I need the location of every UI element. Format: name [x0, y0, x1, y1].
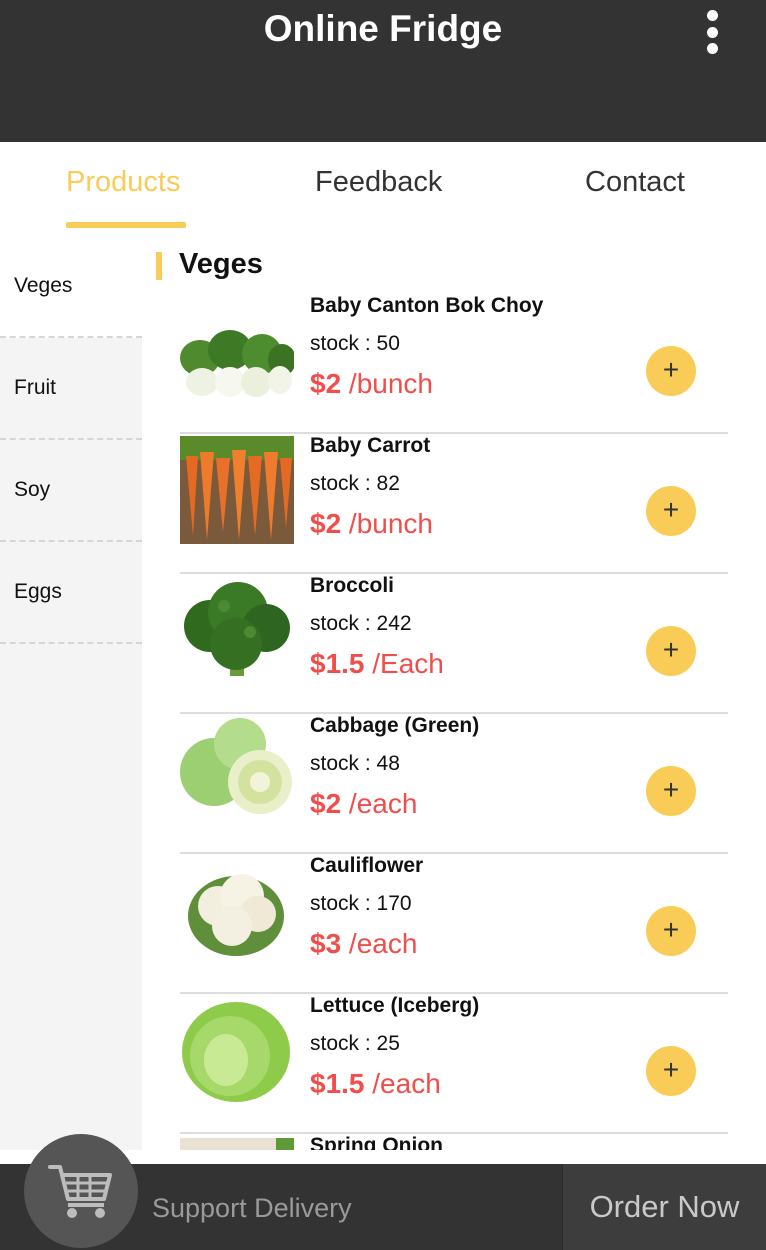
sidebar-item-label: Veges	[14, 274, 73, 297]
add-to-cart-button[interactable]: +	[646, 906, 696, 956]
product-price: $1.5 /each	[310, 1066, 441, 1102]
product-item[interactable]: Lettuce (Iceberg) stock : 25 $1.5 /each …	[180, 992, 728, 1134]
section-marker	[156, 252, 162, 280]
tab-contact[interactable]: Contact	[585, 162, 685, 202]
category-sidebar: Veges Fruit Soy Eggs	[0, 236, 142, 1150]
price-amount: $2	[310, 788, 342, 819]
cabbage-image	[180, 716, 294, 824]
product-name: Cabbage (Green)	[310, 714, 480, 737]
product-price: $2 /bunch	[310, 506, 433, 542]
sidebar-item-label: Eggs	[14, 580, 62, 603]
more-dot	[706, 10, 718, 21]
cauliflower-image	[180, 856, 294, 964]
bok-choy-image	[180, 320, 294, 400]
price-unit: /each	[364, 1068, 441, 1099]
section-title: Veges	[179, 248, 263, 280]
more-options-icon[interactable]	[704, 10, 720, 54]
price-unit: /Each	[364, 648, 444, 679]
sidebar-item-fruit[interactable]: Fruit	[0, 338, 142, 440]
tab-products[interactable]: Products	[66, 162, 180, 202]
product-name: Spring Onion	[310, 1134, 443, 1150]
more-dot	[706, 43, 718, 54]
price-amount: $2	[310, 368, 342, 399]
product-item[interactable]: Broccoli stock : 242 $1.5 /Each +	[180, 572, 728, 714]
product-stock: stock : 25	[310, 1032, 400, 1055]
active-tab-indicator	[66, 222, 186, 228]
product-item[interactable]: Baby Canton Bok Choy stock : 50 $2 /bunc…	[180, 292, 728, 434]
app-header: Online Fridge	[0, 0, 766, 142]
price-amount: $2	[310, 508, 342, 539]
product-price: $3 /each	[310, 926, 417, 962]
sidebar-item-label: Soy	[14, 478, 51, 501]
product-item[interactable]: Spring Onion	[180, 1132, 728, 1150]
broccoli-image	[180, 576, 294, 684]
app-title: Online Fridge	[263, 8, 503, 49]
price-amount: $1.5	[310, 1068, 365, 1099]
lettuce-image	[180, 996, 294, 1104]
product-stock: stock : 48	[310, 752, 400, 775]
add-to-cart-button[interactable]: +	[646, 626, 696, 676]
product-price: $2 /bunch	[310, 366, 433, 402]
product-name: Lettuce (Iceberg)	[310, 994, 480, 1017]
sidebar-item-eggs[interactable]: Eggs	[0, 542, 142, 644]
add-to-cart-button[interactable]: +	[646, 766, 696, 816]
product-stock: stock : 242	[310, 612, 412, 635]
price-unit: /bunch	[341, 508, 434, 539]
support-delivery-label: Support Delivery	[152, 1193, 352, 1223]
sidebar-item-veges[interactable]: Veges	[0, 236, 142, 338]
product-price: $1.5 /Each	[310, 646, 444, 682]
price-amount: $1.5	[310, 648, 365, 679]
product-list-panel: Veges Baby Canton Bok Choy stock : 50 $2…	[142, 236, 766, 1150]
price-amount: $3	[310, 928, 342, 959]
product-name: Broccoli	[310, 574, 395, 597]
tab-bar: Products Feedback Contact	[0, 142, 766, 228]
order-now-button[interactable]: Order Now	[562, 1164, 766, 1250]
product-stock: stock : 170	[310, 892, 412, 915]
product-stock: stock : 82	[310, 472, 400, 495]
add-to-cart-button[interactable]: +	[646, 346, 696, 396]
product-name: Baby Canton Bok Choy	[310, 294, 544, 317]
product-name: Baby Carrot	[310, 434, 431, 457]
sidebar-item-label: Fruit	[14, 376, 56, 399]
tab-feedback[interactable]: Feedback	[315, 162, 442, 202]
cart-icon	[48, 1165, 112, 1218]
price-unit: /each	[341, 928, 418, 959]
add-to-cart-button[interactable]: +	[646, 1046, 696, 1096]
cart-button[interactable]	[24, 1134, 138, 1248]
product-item[interactable]: Cabbage (Green) stock : 48 $2 /each +	[180, 712, 728, 854]
product-item[interactable]: Cauliflower stock : 170 $3 /each +	[180, 852, 728, 994]
product-name: Cauliflower	[310, 854, 424, 877]
more-dot	[706, 26, 718, 38]
add-to-cart-button[interactable]: +	[646, 486, 696, 536]
carrot-image	[180, 436, 294, 544]
product-item[interactable]: Baby Carrot stock : 82 $2 /bunch +	[180, 432, 728, 574]
spring-onion-image	[180, 1138, 294, 1150]
product-price: $2 /each	[310, 786, 417, 822]
price-unit: /each	[341, 788, 418, 819]
product-stock: stock : 50	[310, 332, 400, 355]
price-unit: /bunch	[341, 368, 434, 399]
sidebar-item-soy[interactable]: Soy	[0, 440, 142, 542]
